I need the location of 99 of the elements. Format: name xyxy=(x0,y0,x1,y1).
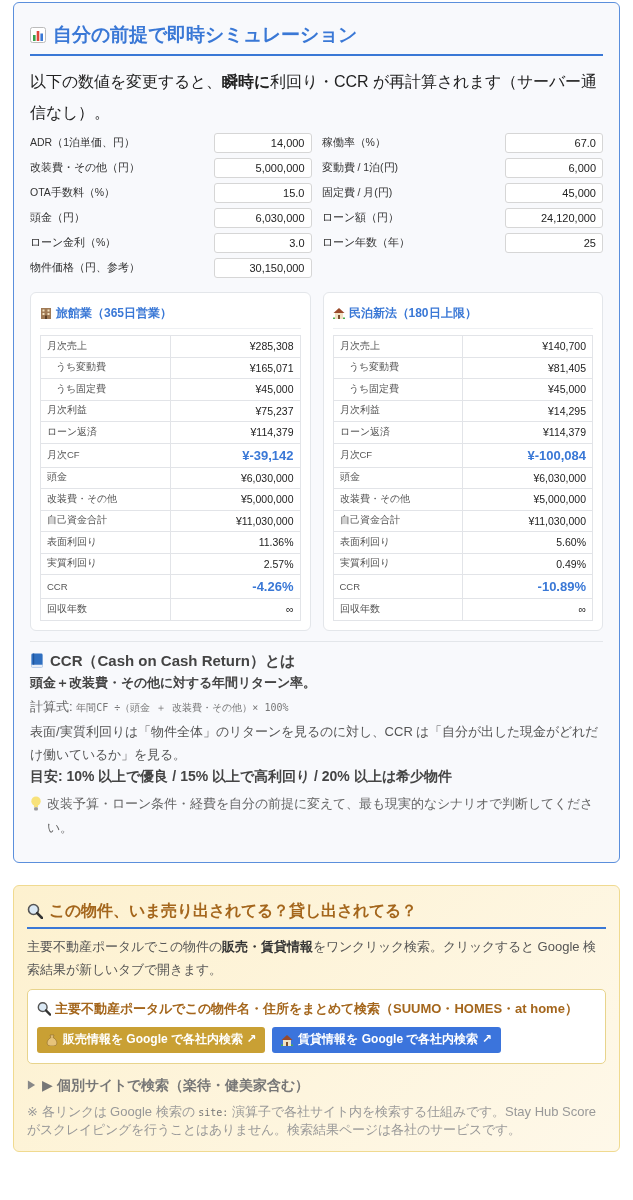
info-heading: CCR（Cash on Cash Return）とは xyxy=(50,650,296,671)
lightbulb-icon xyxy=(30,795,42,811)
metric-label-cell: 月次利益 xyxy=(40,400,171,422)
search-button[interactable]: 賃貸情報を Google で各社内検索 ↗ xyxy=(272,1026,501,1053)
input-field[interactable]: 24,120,000 xyxy=(505,208,603,228)
metric-label-cell: 実質利回り xyxy=(333,553,463,575)
field-label: 固定費 / 月(円) xyxy=(321,186,394,200)
metric-value-cell: ¥165,071 xyxy=(170,357,300,379)
field-label: 改装費・その他（円） xyxy=(30,161,141,175)
money-bag-icon xyxy=(46,1033,58,1046)
box-title: 主要不動産ポータルでこの物件名・住所をまとめて検索（SUUMO・HOMES・at home） xyxy=(55,999,578,1018)
metric-value-cell: ¥-100,084 xyxy=(462,443,593,467)
metric-value-cell: ¥45,000 xyxy=(462,378,593,400)
house-icon xyxy=(281,1033,294,1046)
input-field[interactable]: 14,000 xyxy=(213,133,312,153)
metric-label-cell: 実質利回り xyxy=(40,553,171,575)
field-label: ローン金利（%） xyxy=(30,236,118,250)
metric-label-cell: 頭金 xyxy=(333,467,463,489)
metric-label-cell: ローン返済 xyxy=(333,421,463,443)
metric-label-cell: CCR xyxy=(333,574,463,599)
field-label: ローン額（円） xyxy=(321,211,400,225)
search-icon xyxy=(37,1001,51,1016)
metric-label-cell: 回収年数 xyxy=(40,598,171,620)
metric-label-cell: 表面利回り xyxy=(40,531,171,553)
metric-value-cell: ∞ xyxy=(170,598,300,620)
metric-value-cell: ¥5,000,000 xyxy=(462,488,593,510)
field-label: ADR（1泊単価、円） xyxy=(30,136,136,150)
bar-chart-icon xyxy=(30,27,46,43)
search-icon xyxy=(27,902,43,919)
field-label: 変動費 / 1泊(円) xyxy=(321,161,400,175)
metric-value-cell: ¥-39,142 xyxy=(170,443,300,467)
metric-label-cell: 表面利回り xyxy=(333,531,463,553)
metric-label-cell: うち変動費 xyxy=(333,357,463,379)
input-field[interactable]: 6,000 xyxy=(505,158,603,178)
input-field[interactable]: 45,000 xyxy=(505,183,603,203)
metric-label-cell: 月次CF xyxy=(333,443,463,467)
field-label: 頭金（円） xyxy=(30,211,86,225)
metric-label-cell: 頭金 xyxy=(40,467,171,489)
input-field[interactable]: 15.0 xyxy=(213,183,312,203)
metric-label-cell: 自己資金合計 xyxy=(40,510,171,532)
house-icon xyxy=(332,307,345,319)
metric-value-cell: ¥14,295 xyxy=(462,400,593,422)
metric-value-cell: 11.36% xyxy=(170,531,300,553)
expand-toggle[interactable]: ▶ 個別サイトで検索（楽待・健美家含む） xyxy=(27,1074,309,1095)
hotel-building-icon xyxy=(40,307,52,319)
metric-label-cell: 改装費・その他 xyxy=(333,488,463,510)
intro-text: 以下の数値を変更すると、瞬時に利回り・CCR が再計算されます（サーバー通信なし）。 xyxy=(30,72,599,123)
metric-value-cell: ¥6,030,000 xyxy=(462,467,593,489)
metric-value-cell: 5.60% xyxy=(462,531,593,553)
metric-label-cell: 月次CF xyxy=(40,443,171,467)
metric-label-cell: うち変動費 xyxy=(40,357,171,379)
metric-label-cell: 月次売上 xyxy=(333,335,463,357)
metric-value-cell: ¥5,000,000 xyxy=(170,488,300,510)
metric-value-cell: 0.49% xyxy=(462,553,593,575)
definition-text: 頭金＋改装費・その他に対する年間リターン率。 xyxy=(30,673,317,692)
field-label: 物件価格（円、参考） xyxy=(30,261,141,275)
field-label: 稼働率（%） xyxy=(321,136,387,150)
input-field[interactable]: 67.0 xyxy=(505,133,603,153)
metric-value-cell: ¥285,308 xyxy=(170,335,300,357)
metric-value-cell: ¥114,379 xyxy=(170,421,300,443)
section-title: この物件、いま売り出されてる？貸し出されてる？ xyxy=(49,900,417,921)
metric-value-cell: ¥114,379 xyxy=(462,421,593,443)
metric-label-cell: 自己資金合計 xyxy=(333,510,463,532)
book-icon xyxy=(30,653,44,668)
metric-label-cell: CCR xyxy=(40,574,171,599)
metric-label-cell: うち固定費 xyxy=(333,378,463,400)
section-title: 自分の前提で即時シミュレーション xyxy=(53,23,357,47)
intro-text: 主要不動産ポータルでこの物件の販売・賃貸情報をワンクリック検索。クリックすると Google 検索結果が新しいタブで開きます。 xyxy=(27,937,598,979)
metric-value-cell: -10.89% xyxy=(462,574,593,599)
metric-value-cell: 2.57% xyxy=(170,553,300,575)
tip-text: 改装予算・ローン条件・経費を自分の前提に変えて、最も現実的なシナリオで判断してください。 xyxy=(47,794,594,837)
metric-label-cell: うち固定費 xyxy=(40,378,171,400)
metric-value-cell: ∞ xyxy=(462,598,593,620)
input-field[interactable]: 3.0 xyxy=(213,233,312,253)
input-field[interactable]: 6,030,000 xyxy=(213,208,312,228)
metric-value-cell: ¥81,405 xyxy=(462,357,593,379)
metric-value-cell: ¥140,700 xyxy=(462,335,593,357)
explanation-text: 表面/実質利回りは「物件全体」のリターンを見るのに対し、CCR は「自分が出した現金がどれだけ働いているか」を見る。 xyxy=(30,722,600,764)
field-label: ローン年数（年） xyxy=(321,236,411,250)
metric-label-cell: 月次売上 xyxy=(40,335,171,357)
metric-value-cell: ¥6,030,000 xyxy=(170,467,300,489)
footnote: ※ 各リンクは Google 検索の site: 演算子で各社サイト内を検索する仕組みです。Stay Hub Score がスクレイピングを行うことはありません。検索結果ページは各社のサービスです。 xyxy=(27,1102,598,1138)
metric-value-cell: ¥75,237 xyxy=(170,400,300,422)
formula-text: 計算式: 年間CF ÷（頭金 ＋ 改装費・その他）× 100% xyxy=(30,697,290,716)
metric-value-cell: ¥11,030,000 xyxy=(462,510,593,532)
field-label: OTA手数料（%） xyxy=(30,186,117,200)
metric-value-cell: ¥11,030,000 xyxy=(170,510,300,532)
card-title: 民泊新法（180日上限） xyxy=(348,305,477,321)
metric-label-cell: 回収年数 xyxy=(333,598,463,620)
metric-value-cell: ¥45,000 xyxy=(170,378,300,400)
input-field[interactable]: 30,150,000 xyxy=(213,258,312,278)
input-field[interactable]: 25 xyxy=(505,233,603,253)
metric-label-cell: 改装費・その他 xyxy=(40,488,171,510)
metric-label-cell: 月次利益 xyxy=(333,400,463,422)
card-title: 旅館業（365日営業） xyxy=(56,305,173,321)
metric-label-cell: ローン返済 xyxy=(40,421,171,443)
input-field[interactable]: 5,000,000 xyxy=(213,158,312,178)
metric-value-cell: -4.26% xyxy=(170,574,300,599)
guideline-text: 目安: 10% 以上で優良 / 15% 以上で高利回り / 20% 以上は希少物件 xyxy=(30,766,453,786)
